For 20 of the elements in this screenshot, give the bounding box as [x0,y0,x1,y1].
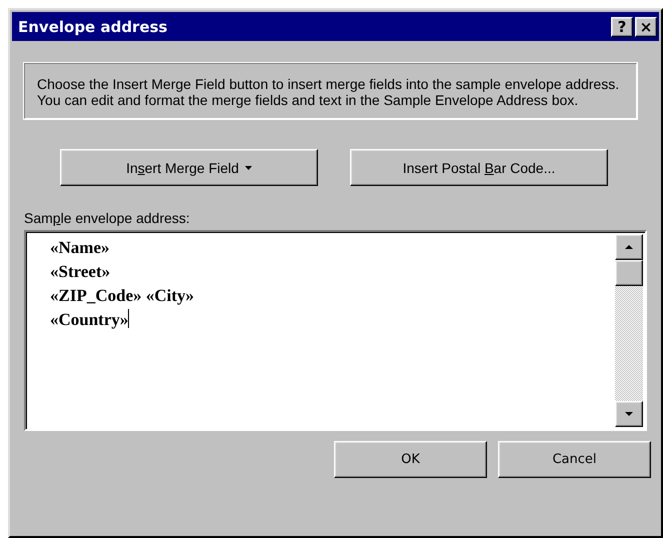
instructions-text: Choose the Insert Merge Field button to insert merge fields into the sample envelope address. You can edit and format the merge fields and text in the Sample Envelope Address box. [24,63,637,119]
down-arrow-icon [625,412,633,416]
close-button[interactable]: × [635,16,657,36]
scroll-up-button[interactable] [615,234,643,260]
field-label: Sample envelope address: [24,210,190,226]
scroll-bar[interactable] [615,234,643,427]
insert-bar-code-button[interactable]: Insert Postal Bar Code... [350,149,608,186]
window-title: Envelope address [18,18,168,36]
address-text-area[interactable]: «Name» «Street» «ZIP_Code» «City» «Country» [24,230,647,431]
address-line: «Country» [50,308,130,331]
ok-button[interactable]: OK [334,441,487,478]
address-line: «ZIP_Code» «City» [50,285,194,307]
address-line: «Name» [50,237,110,259]
scroll-thumb[interactable] [615,260,643,286]
address-line: «Street» [50,261,110,283]
insert-merge-field-button[interactable]: Insert Merge Field [60,149,318,186]
help-button[interactable]: ? [611,16,633,36]
scroll-down-button[interactable] [615,401,643,427]
up-arrow-icon [625,244,633,250]
cancel-button[interactable]: Cancel [498,441,651,478]
